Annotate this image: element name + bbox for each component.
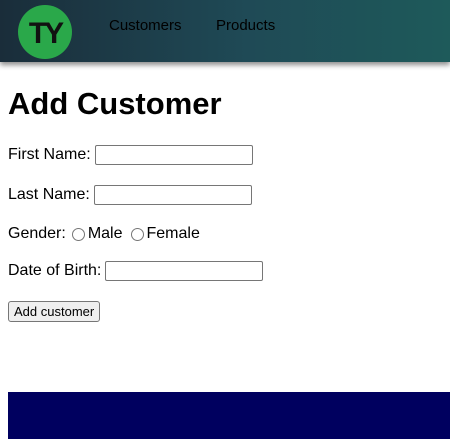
top-navbar: TY Customers Products [0, 0, 450, 62]
nav-link-customers[interactable]: Customers [109, 17, 182, 34]
gender-male-radio[interactable] [71, 227, 85, 241]
brand-logo[interactable]: TY [18, 5, 72, 59]
gender-option-female[interactable]: Female [123, 225, 200, 243]
gender-female-radio[interactable] [130, 227, 144, 241]
gender-label: Gender: [8, 225, 66, 242]
first-name-row: First Name: [8, 144, 253, 166]
dob-row: Date of Birth: [8, 260, 264, 282]
footer-bar [8, 392, 450, 439]
add-customer-button[interactable]: Add customer [8, 301, 101, 322]
ty-logo-mark-icon: TY [29, 17, 67, 50]
first-name-input[interactable] [94, 145, 253, 165]
gender-row: Gender: Male Female [8, 223, 200, 245]
last-name-input[interactable] [93, 185, 252, 205]
nav-link-products[interactable]: Products [216, 17, 275, 34]
gender-female-label[interactable]: Female [147, 225, 200, 243]
last-name-row: Last Name: [8, 184, 252, 206]
first-name-label: First Name: [8, 146, 91, 163]
dob-label: Date of Birth: [8, 262, 102, 279]
last-name-label: Last Name: [8, 186, 90, 203]
gender-option-male[interactable]: Male [66, 225, 123, 243]
dob-input[interactable] [105, 261, 264, 281]
page-title: Add Customer [8, 86, 222, 121]
svg-text:TY: TY [29, 17, 64, 50]
gender-male-label[interactable]: Male [88, 225, 123, 243]
